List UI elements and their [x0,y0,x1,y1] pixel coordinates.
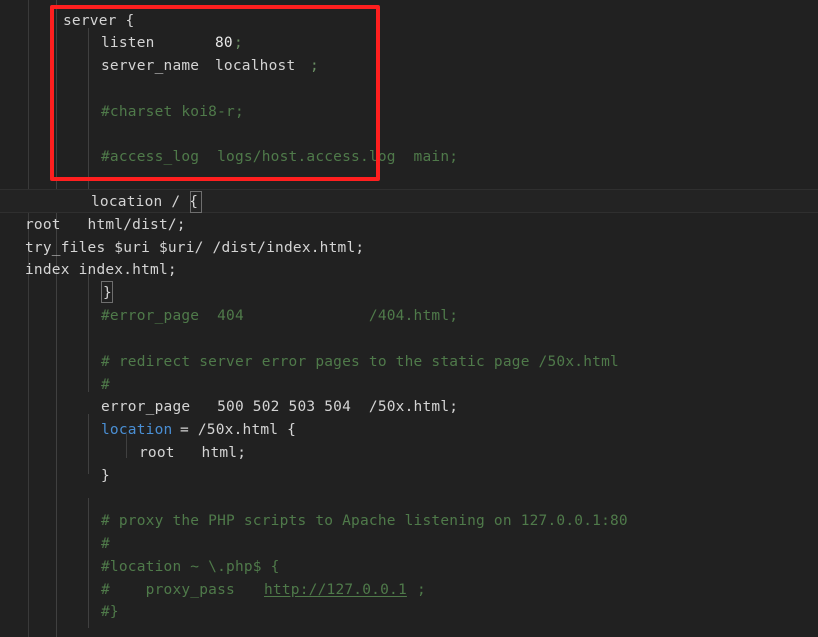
code-token: http://127.0.0.1 [264,582,407,598]
code-token: } [103,285,112,301]
code-line[interactable]: } [0,282,818,305]
code-line[interactable]: server_name localhost; [0,55,818,78]
code-token: 80 [215,35,233,51]
code-line[interactable] [0,78,818,101]
code-token: #charset koi8-r; [101,104,244,120]
code-token: ; [417,582,426,598]
code-token: error_page 500 502 503 504 /50x.html; [101,399,459,415]
code-token: } [101,468,110,484]
code-line[interactable]: #error_page 404 /404.html; [0,305,818,328]
code-line[interactable]: # proxy the PHP scripts to Apache listen… [0,510,818,533]
code-token: = /50x.html { [180,422,297,438]
code-token: #error_page 404 /404.html; [101,308,459,324]
code-line[interactable]: root html; [0,442,818,465]
code-token: localhost [215,58,296,74]
code-token: ; [310,58,319,74]
code-line[interactable]: try_files $uri $uri/ /dist/index.html; [0,237,818,260]
code-line[interactable]: #} [0,601,818,624]
code-line[interactable]: # [0,533,818,556]
code-line[interactable]: listen 80; [0,32,818,55]
code-line[interactable]: location / { [0,191,818,214]
code-token: ; [234,35,243,51]
code-token: # proxy_pass [101,582,262,598]
code-line[interactable]: # redirect server error pages to the sta… [0,351,818,374]
code-token: #access_log logs/host.access.log main; [101,149,459,165]
code-line[interactable]: # proxy_pass http://127.0.0.1; [0,579,818,602]
code-line[interactable] [0,328,818,351]
code-token: try_files $uri $uri/ /dist/index.html; [25,240,365,256]
code-editor-pane[interactable]: server { listen 80; server_name localhost; #c… [0,0,818,637]
code-line[interactable]: server { [0,10,818,33]
code-token: # [101,377,110,393]
code-line[interactable]: root html/dist/; [0,214,818,237]
code-token: #} [101,604,119,620]
code-token: server_name [101,58,200,74]
code-token: location [101,422,173,438]
code-token: listen [101,35,155,51]
code-token: root html; [139,445,247,461]
code-line[interactable]: # [0,374,818,397]
code-token: root html/dist/; [25,217,186,233]
code-line[interactable]: } [0,465,818,488]
code-line[interactable] [0,124,818,147]
code-token: # [101,536,110,552]
code-token: server { [63,13,135,29]
code-token: # redirect server error pages to the sta… [101,354,619,370]
code-line[interactable] [0,488,818,511]
code-line[interactable]: index index.html; [0,259,818,282]
code-content[interactable]: server { listen 80; server_name localhost; #c… [0,0,818,637]
code-line[interactable]: error_page 500 502 503 504 /50x.html; [0,396,818,419]
code-token: index index.html; [25,262,177,278]
code-line[interactable]: #charset koi8-r; [0,101,818,124]
code-token: # proxy the PHP scripts to Apache listen… [101,513,628,529]
code-token: #location ~ \.php$ { [101,559,280,575]
code-line[interactable]: location = /50x.html { [0,419,818,442]
code-line[interactable]: #location ~ \.php$ { [0,556,818,579]
code-token: location / { [91,194,199,210]
code-line[interactable]: #access_log logs/host.access.log main; [0,146,818,169]
